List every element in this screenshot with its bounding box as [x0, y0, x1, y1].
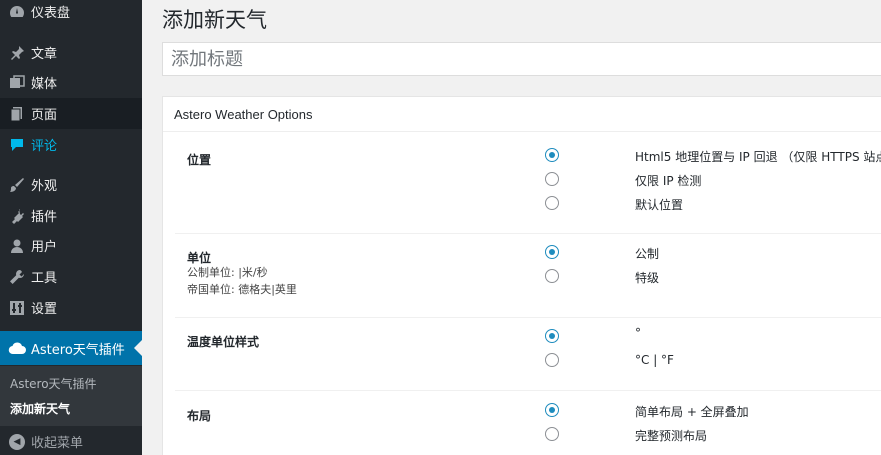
- radio-location-default[interactable]: [545, 196, 559, 210]
- radio-temp-degree[interactable]: [545, 329, 559, 343]
- collapse-arrow-icon: ◀: [9, 433, 25, 450]
- collapse-menu-button[interactable]: ◀ 收起菜单: [0, 428, 142, 455]
- sidebar-item-tools[interactable]: 工具: [0, 261, 142, 292]
- radio-label: °: [635, 326, 641, 340]
- weather-options-box: Astero Weather Options 位置 Html5 地理位置与 IP…: [162, 96, 881, 455]
- plugin-icon: [7, 206, 27, 226]
- current-menu-arrow: [134, 340, 142, 356]
- option-description: 帝国单位: 德格夫|英里: [187, 283, 297, 296]
- radio-layout-simple[interactable]: [545, 403, 559, 417]
- sidebar-item-settings[interactable]: 设置: [0, 292, 142, 323]
- sidebar-item-pages[interactable]: 页面: [0, 98, 142, 129]
- wrench-icon: [7, 267, 27, 287]
- submenu-item-add-new-weather[interactable]: 添加新天气: [10, 400, 70, 417]
- sidebar-item-label: 评论: [31, 139, 58, 154]
- box-header: Astero Weather Options: [163, 97, 881, 132]
- title-input[interactable]: [162, 42, 881, 76]
- dashboard-icon: [7, 2, 27, 22]
- radio-units-metric[interactable]: [545, 245, 559, 259]
- box-title: Astero Weather Options: [174, 106, 313, 122]
- submenu: Astero天气插件 添加新天气: [0, 366, 142, 426]
- radio-label: Html5 地理位置与 IP 回退 （仅限 HTTPS 站点）: [635, 150, 881, 164]
- admin-sidebar: 仪表盘 文章 媒体 页面 评论 外观 插件 用户 工具 设置 Astero天气插…: [0, 0, 142, 455]
- sidebar-item-plugins[interactable]: 插件: [0, 200, 142, 231]
- radio-label: °C | °F: [635, 353, 674, 367]
- sidebar-item-posts[interactable]: 文章: [0, 37, 142, 68]
- sidebar-item-label: 插件: [31, 210, 58, 225]
- option-description: 公制单位: |米/秒: [187, 266, 268, 279]
- radio-temp-cf[interactable]: [545, 353, 559, 367]
- user-icon: [7, 236, 27, 256]
- sidebar-item-astero-weather[interactable]: Astero天气插件: [0, 331, 142, 365]
- sidebar-item-label: 工具: [31, 271, 58, 286]
- sidebar-item-label: 页面: [31, 108, 58, 123]
- sidebar-item-label: 媒体: [31, 77, 58, 92]
- radio-layout-full[interactable]: [545, 427, 559, 441]
- page-icon: [7, 104, 27, 124]
- sidebar-item-label: 设置: [31, 302, 58, 317]
- option-label: 温度单位样式: [187, 335, 260, 349]
- sidebar-item-media[interactable]: 媒体: [0, 67, 142, 98]
- radio-label: 简单布局 + 全屏叠加: [635, 405, 749, 419]
- radio-label: 完整预测布局: [635, 429, 708, 443]
- radio-label: 公制: [635, 247, 660, 261]
- sidebar-item-comments[interactable]: 评论: [0, 129, 142, 160]
- option-row-layout: 布局 简单布局 + 全屏叠加 完整预测布局: [175, 391, 881, 455]
- pin-icon: [7, 43, 27, 63]
- sidebar-item-dashboard[interactable]: 仪表盘: [0, 0, 142, 27]
- sidebar-item-appearance[interactable]: 外观: [0, 169, 142, 200]
- sidebar-item-label: 用户: [31, 240, 58, 255]
- radio-units-imperial[interactable]: [545, 269, 559, 283]
- comment-icon: [7, 135, 27, 155]
- media-icon: [7, 73, 27, 93]
- option-label: 布局: [187, 409, 212, 423]
- submenu-item-astero-weather[interactable]: Astero天气插件: [10, 375, 97, 392]
- option-row-units: 单位 公制单位: |米/秒 帝国单位: 德格夫|英里 公制 特级: [175, 234, 881, 318]
- settings-icon: [7, 298, 27, 318]
- radio-label: 默认位置: [635, 198, 684, 212]
- option-label: 位置: [187, 153, 212, 167]
- sidebar-item-label: 仪表盘: [31, 6, 71, 21]
- sidebar-item-users[interactable]: 用户: [0, 230, 142, 261]
- page-title: 添加新天气: [162, 8, 267, 32]
- radio-label: 特级: [635, 271, 660, 285]
- sidebar-item-label: 外观: [31, 179, 58, 194]
- cloud-icon: [7, 338, 27, 358]
- option-row-location: 位置 Html5 地理位置与 IP 回退 （仅限 HTTPS 站点） 仅限 IP…: [175, 133, 881, 234]
- sidebar-item-label: Astero天气插件: [31, 342, 125, 358]
- radio-location-ip[interactable]: [545, 172, 559, 186]
- brush-icon: [7, 175, 27, 195]
- sidebar-item-label: 文章: [31, 47, 58, 62]
- collapse-menu-label: 收起菜单: [31, 436, 84, 451]
- radio-label: 仅限 IP 检测: [635, 174, 702, 188]
- option-row-temp-style: 温度单位样式 ° °C | °F: [175, 318, 881, 391]
- radio-location-html5[interactable]: [545, 148, 559, 162]
